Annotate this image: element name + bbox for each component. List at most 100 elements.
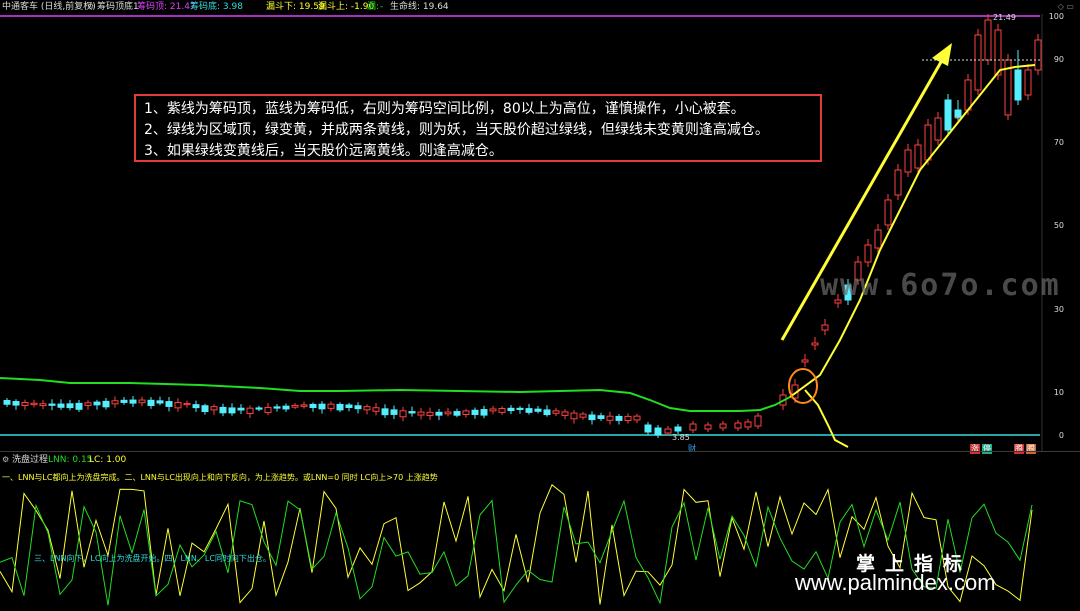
axis-tick-90: 90 (1053, 55, 1064, 64)
axis-tick-0: 0 (1058, 431, 1064, 440)
candle (273, 406, 281, 409)
candle (552, 410, 560, 414)
sub-settings-gear-icon[interactable]: ⚙ (2, 453, 9, 467)
watermark-6o7o: www.6o7o.com (820, 268, 1061, 303)
funnel-down-value: 漏斗下: 19.59 (266, 2, 325, 12)
candle (237, 407, 245, 411)
stock-title: 中通客车 (日线,前复权) (2, 2, 96, 12)
funnel-value: - (380, 2, 384, 12)
candle (408, 411, 416, 414)
candle (624, 415, 632, 421)
candle (30, 402, 38, 406)
candle (300, 404, 308, 407)
candle (426, 411, 434, 417)
sub-indicator-header: ⚙ 洗盘过程 LNN: 0.15 LC: 1.00 (0, 453, 1080, 467)
candle (147, 399, 155, 407)
candle (66, 403, 74, 409)
candle (964, 79, 972, 111)
candle (228, 407, 236, 414)
funnel-label: 漏: (367, 2, 380, 12)
window-controls-icon[interactable]: ◇ ▭ (1058, 2, 1074, 11)
candle (489, 408, 497, 412)
candle (111, 400, 119, 405)
axis-tick-50: 50 (1053, 221, 1064, 230)
candle (507, 407, 515, 412)
annotation-line-3: 3、如果绿线变黄线后，当天股价远离黄线。则逢高减仓。 (144, 143, 503, 159)
candle (944, 99, 952, 131)
candle (924, 124, 932, 161)
candle (934, 117, 942, 141)
funnel-up-value: 漏斗上: -1.90 (318, 2, 375, 12)
candle (12, 401, 20, 406)
candle (390, 409, 398, 415)
candles-group (3, 14, 1042, 438)
annotation-line-1: 1、紫线为筹码顶，蓝线为筹码低，右则为筹码空间比例，80以上为高位，谨慎操作，小… (144, 101, 745, 117)
candle (183, 403, 191, 406)
candle (381, 408, 389, 416)
candle (291, 404, 299, 408)
candle (246, 407, 254, 415)
candle (579, 413, 587, 418)
candle (534, 408, 542, 412)
lnn-value: LNN: 0.15 (48, 455, 93, 465)
candle (894, 169, 902, 196)
candle (210, 406, 218, 411)
candle (354, 405, 362, 410)
candle (734, 422, 742, 429)
candle (570, 412, 578, 420)
candle (174, 402, 182, 409)
axis-tick-100: 100 (1048, 12, 1064, 21)
candle (156, 400, 164, 404)
candlestick-chart[interactable] (0, 14, 1080, 451)
candle (282, 405, 290, 410)
chip-top-value: 筹码顶: 21.47 (137, 2, 196, 12)
candle (363, 406, 371, 411)
region-top-line (0, 377, 791, 412)
candle (754, 415, 762, 427)
candle (327, 403, 335, 409)
candle (57, 403, 65, 408)
annotation-box: 1、紫线为筹码顶，蓝线为筹码低，右则为筹码空间比例，80以上为高位，谨慎操作，小… (134, 94, 822, 162)
axis-tick-10: 10 (1053, 388, 1064, 397)
candle (3, 399, 11, 405)
candle (994, 29, 1002, 76)
candle (1014, 69, 1022, 75)
candle (811, 342, 819, 346)
candle (93, 401, 101, 406)
high-price-label: 21.49 (993, 13, 1016, 22)
candle (543, 409, 551, 416)
candle (914, 144, 922, 169)
candle (399, 410, 407, 418)
candle (498, 408, 506, 413)
candle (1034, 39, 1042, 71)
candle (138, 399, 146, 404)
candle (75, 402, 83, 410)
candle (974, 34, 982, 91)
candle (674, 426, 682, 432)
sub-note-2: 三、LNN向下，LC向上为洗盘开始。四、LNN、LC同时向下出仓。 (34, 554, 271, 563)
axis-tick-30: 30 (1053, 305, 1064, 314)
candle (864, 244, 872, 263)
candle (309, 403, 317, 408)
settings-gear-icon[interactable]: ⚙ (87, 0, 94, 14)
pane-divider (0, 451, 1080, 452)
indicator-name[interactable]: 筹码顶底1 (97, 0, 139, 14)
candle (453, 411, 461, 416)
watermark-palmindex: www.palmindex.com (795, 570, 996, 595)
candle (318, 403, 326, 410)
candle (884, 199, 892, 226)
candle (336, 403, 344, 411)
candle (264, 406, 272, 414)
chip-bottom-value: 筹码底: 3.98 (190, 2, 243, 12)
candle (255, 407, 263, 410)
candle (48, 403, 56, 406)
candle (462, 410, 470, 416)
candle (372, 407, 380, 412)
candle (84, 402, 92, 406)
candle (444, 411, 452, 415)
candle (120, 399, 128, 403)
candle (664, 428, 672, 434)
trend-arrow-head-icon (932, 43, 952, 66)
sub-indicator-name[interactable]: 洗盘过程 (12, 453, 48, 467)
candle (597, 415, 605, 419)
